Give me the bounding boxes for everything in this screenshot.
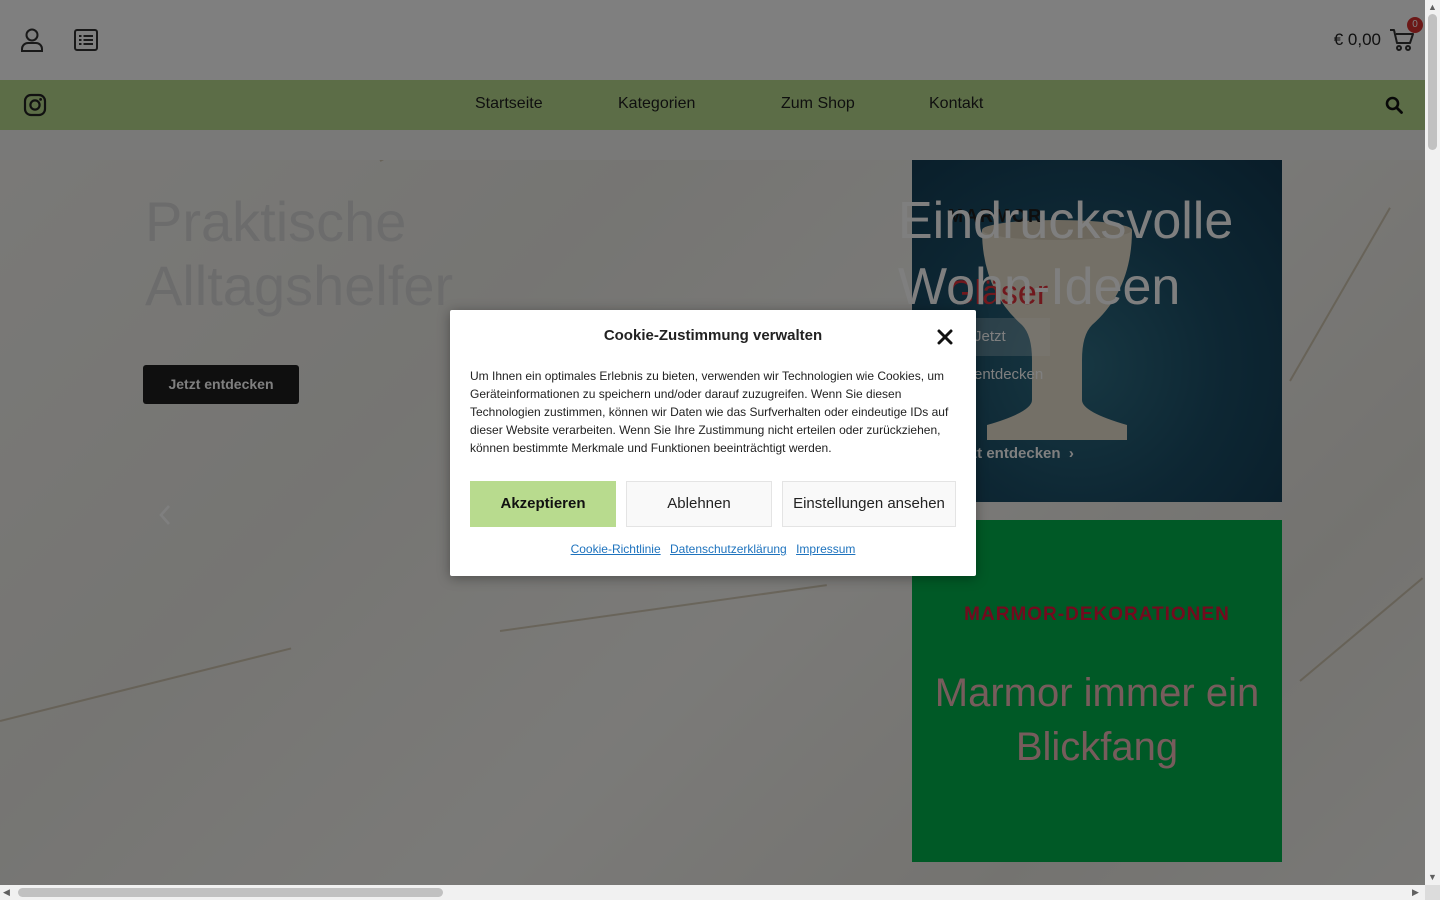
- scroll-up-icon[interactable]: ▲: [1428, 2, 1437, 12]
- scroll-left-icon[interactable]: ◀: [3, 887, 10, 897]
- horizontal-scrollbar-thumb[interactable]: [18, 888, 443, 897]
- scrollbar-corner: [1425, 885, 1440, 900]
- scroll-right-icon[interactable]: ▶: [1412, 887, 1419, 897]
- cookie-consent-dialog: Cookie-Zustimmung verwalten Um Ihnen ein…: [450, 310, 976, 576]
- horizontal-scrollbar[interactable]: ◀ ▶: [0, 885, 1425, 900]
- cookie-dialog-title: Cookie-Zustimmung verwalten: [603, 327, 823, 344]
- cookie-policy-link[interactable]: Cookie-Richtlinie: [571, 542, 661, 556]
- scroll-down-icon[interactable]: ▼: [1428, 872, 1437, 882]
- vertical-scrollbar[interactable]: ▲ ▼: [1425, 0, 1440, 885]
- view-settings-button[interactable]: Einstellungen ansehen: [782, 481, 956, 527]
- close-icon: [937, 329, 953, 345]
- imprint-link[interactable]: Impressum: [796, 542, 855, 556]
- privacy-policy-link[interactable]: Datenschutzerklärung: [670, 542, 787, 556]
- vertical-scrollbar-thumb[interactable]: [1428, 14, 1437, 150]
- deny-button[interactable]: Ablehnen: [626, 481, 772, 527]
- cookie-dialog-text: Um Ihnen ein optimales Erlebnis zu biete…: [470, 369, 949, 455]
- cookie-policy-links: Cookie-Richtlinie Datenschutzerklärung I…: [450, 542, 976, 556]
- close-button[interactable]: [934, 326, 956, 348]
- accept-button[interactable]: Akzeptieren: [470, 481, 616, 527]
